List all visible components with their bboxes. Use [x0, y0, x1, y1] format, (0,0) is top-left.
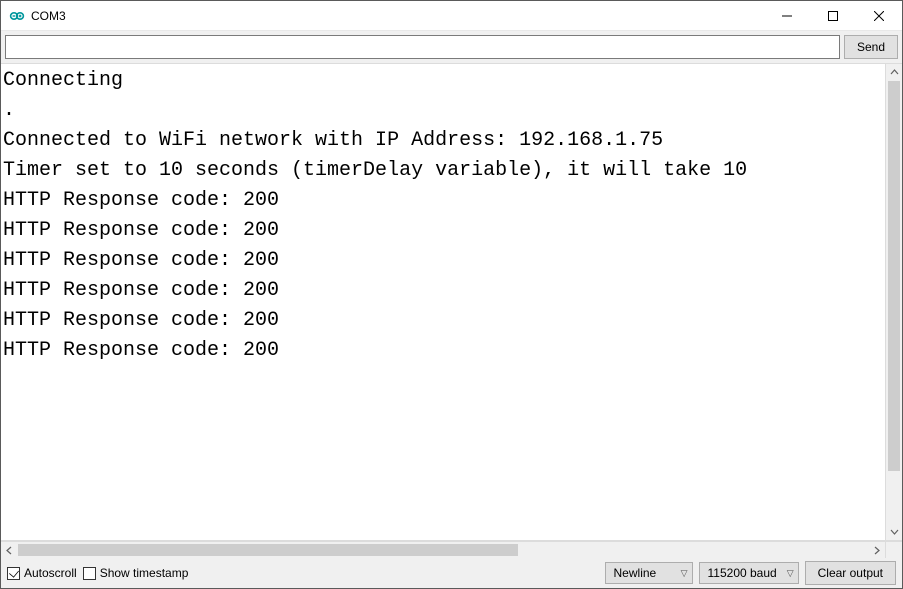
horizontal-scrollbar-row	[1, 541, 902, 558]
chevron-down-icon: ▽	[681, 568, 688, 579]
scroll-down-icon[interactable]	[886, 523, 902, 540]
clear-output-button[interactable]: Clear output	[805, 561, 896, 585]
scroll-left-icon[interactable]	[1, 542, 18, 559]
footer-bar: Autoscroll Show timestamp Newline ▽ 1152…	[1, 558, 902, 588]
autoscroll-label: Autoscroll	[24, 566, 77, 580]
minimize-button[interactable]	[764, 1, 810, 31]
autoscroll-checkbox[interactable]: Autoscroll	[7, 566, 77, 580]
horizontal-scroll-thumb[interactable]	[18, 544, 518, 556]
checkbox-icon	[7, 567, 20, 580]
scroll-corner	[885, 541, 902, 558]
window-title: COM3	[31, 9, 66, 23]
checkbox-icon	[83, 567, 96, 580]
arduino-icon	[9, 8, 25, 24]
send-button[interactable]: Send	[844, 35, 898, 59]
baud-value: 115200 baud	[708, 566, 777, 580]
maximize-button[interactable]	[810, 1, 856, 31]
timestamp-label: Show timestamp	[100, 566, 189, 580]
command-row: Send	[1, 31, 902, 63]
line-ending-select[interactable]: Newline ▽	[605, 562, 693, 584]
line-ending-value: Newline	[614, 566, 657, 580]
scroll-right-icon[interactable]	[868, 542, 885, 559]
chevron-down-icon: ▽	[787, 568, 794, 579]
baud-select[interactable]: 115200 baud ▽	[699, 562, 799, 584]
console-area: Connecting . Connected to WiFi network w…	[1, 63, 902, 541]
scroll-up-icon[interactable]	[886, 64, 902, 81]
serial-input[interactable]	[5, 35, 840, 59]
vertical-scrollbar[interactable]	[885, 64, 902, 540]
titlebar: COM3	[1, 1, 902, 31]
timestamp-checkbox[interactable]: Show timestamp	[83, 566, 189, 580]
serial-output: Connecting . Connected to WiFi network w…	[1, 64, 885, 540]
vertical-scroll-thumb[interactable]	[888, 81, 900, 471]
horizontal-scrollbar[interactable]	[1, 541, 885, 558]
close-button[interactable]	[856, 1, 902, 31]
